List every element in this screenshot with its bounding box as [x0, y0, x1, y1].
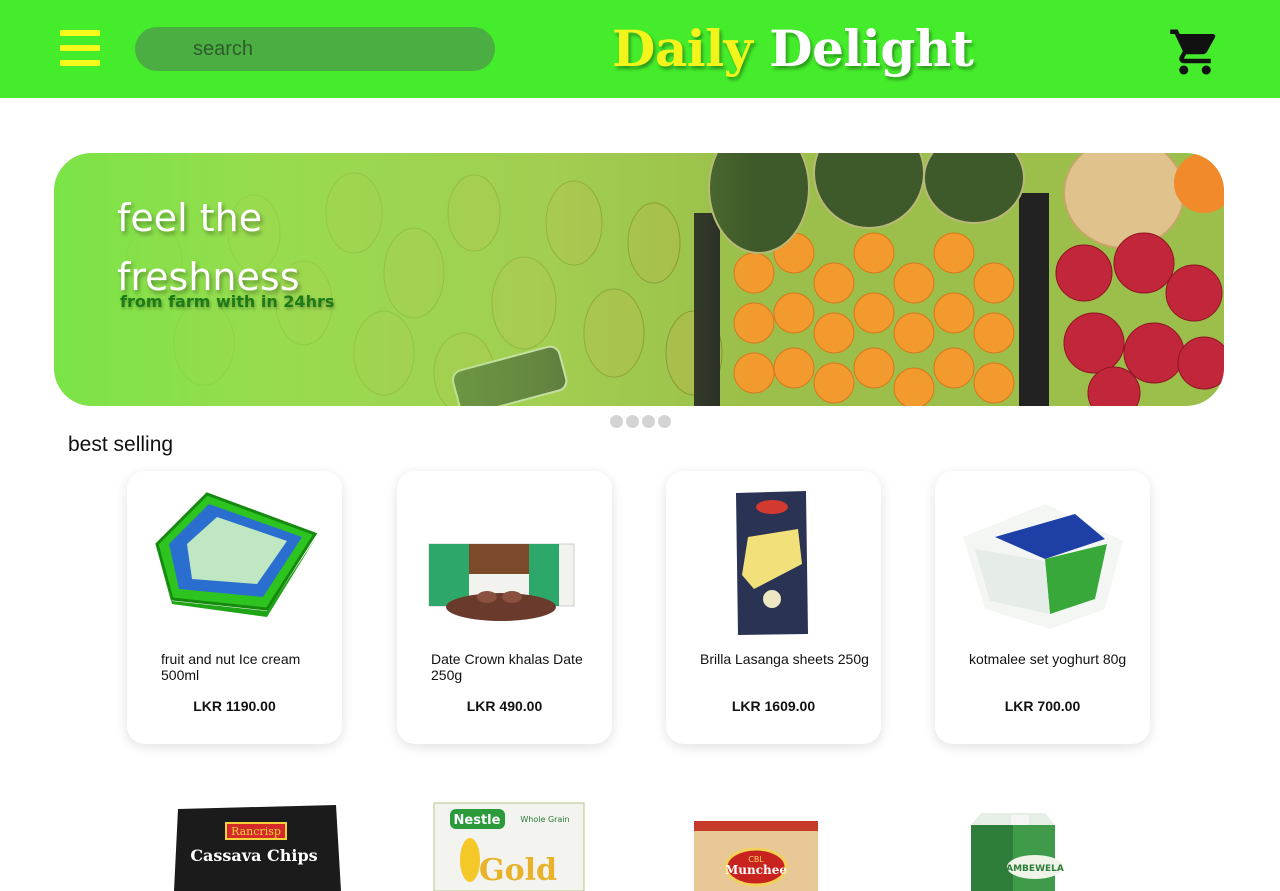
product-price: LKR 490.00	[466, 698, 543, 714]
product-card[interactable]: kotmalee set yoghurt 80g LKR 700.00	[935, 471, 1150, 744]
product-thumb-munchee[interactable]: CBL Munchee	[690, 795, 870, 891]
product-card[interactable]: fruit and nut Ice cream 500ml LKR 1190.0…	[127, 471, 342, 744]
product-card[interactable]: Brilla Lasanga sheets 250g LKR 1609.00	[666, 471, 881, 744]
svg-text:AMBEWELA: AMBEWELA	[1006, 864, 1064, 874]
brand-part-delight: Delight	[769, 19, 974, 78]
product-price: LKR 700.00	[1004, 698, 1081, 714]
search-input[interactable]	[135, 27, 495, 71]
hamburger-menu-icon[interactable]	[60, 30, 102, 70]
carousel-dot[interactable]	[658, 415, 671, 428]
svg-text:Cassava Chips: Cassava Chips	[190, 846, 317, 865]
product-name: Brilla Lasanga sheets 250g	[700, 651, 869, 667]
product-price: LKR 1190.00	[193, 698, 276, 714]
svg-text:Nestle: Nestle	[454, 813, 501, 828]
product-thumb-cassava-chips[interactable]: Rancrisp Cassava Chips	[166, 795, 346, 891]
hero-banner[interactable]: feel the freshness from farm with in 24h…	[54, 153, 1224, 406]
shopping-cart-icon[interactable]	[1168, 25, 1222, 79]
svg-text:Rancrisp: Rancrisp	[231, 825, 281, 838]
product-name: kotmalee set yoghurt 80g	[969, 651, 1127, 667]
product-price: LKR 1609.00	[731, 698, 816, 714]
banner-title: feel the freshness	[117, 196, 300, 299]
svg-text:Whole Grain: Whole Grain	[520, 815, 569, 824]
lasagna-box-image	[736, 491, 808, 635]
carousel-dots	[610, 415, 671, 429]
yoghurt-cup-image	[963, 504, 1123, 629]
svg-text:Gold: Gold	[479, 853, 557, 888]
section-title-best-selling: best selling	[68, 433, 174, 456]
carousel-dot[interactable]	[642, 415, 655, 428]
brand-part-daily: Daily	[612, 19, 753, 78]
product-card[interactable]: Date Crown khalas Date 250g LKR 490.00	[397, 471, 612, 744]
top-header: Daily Delight	[0, 0, 1280, 98]
product-thumb-ambewela-milk[interactable]: AMBEWELA	[965, 795, 1145, 891]
svg-text:Munchee: Munchee	[725, 863, 787, 877]
product-name: fruit and nut Ice cream 500ml	[161, 651, 301, 683]
banner-subtitle: from farm with in 24hrs	[120, 292, 335, 311]
product-thumb-nestle-gold[interactable]: Nestle Whole Grain Gold	[430, 795, 610, 891]
date-pack-image	[428, 543, 575, 621]
ice-cream-tub-image	[155, 492, 318, 617]
carousel-dot[interactable]	[626, 415, 639, 428]
brand-logo[interactable]: Daily Delight	[612, 14, 974, 84]
carousel-dot[interactable]	[610, 415, 623, 428]
product-name: Date Crown khalas Date 250g	[431, 651, 583, 683]
